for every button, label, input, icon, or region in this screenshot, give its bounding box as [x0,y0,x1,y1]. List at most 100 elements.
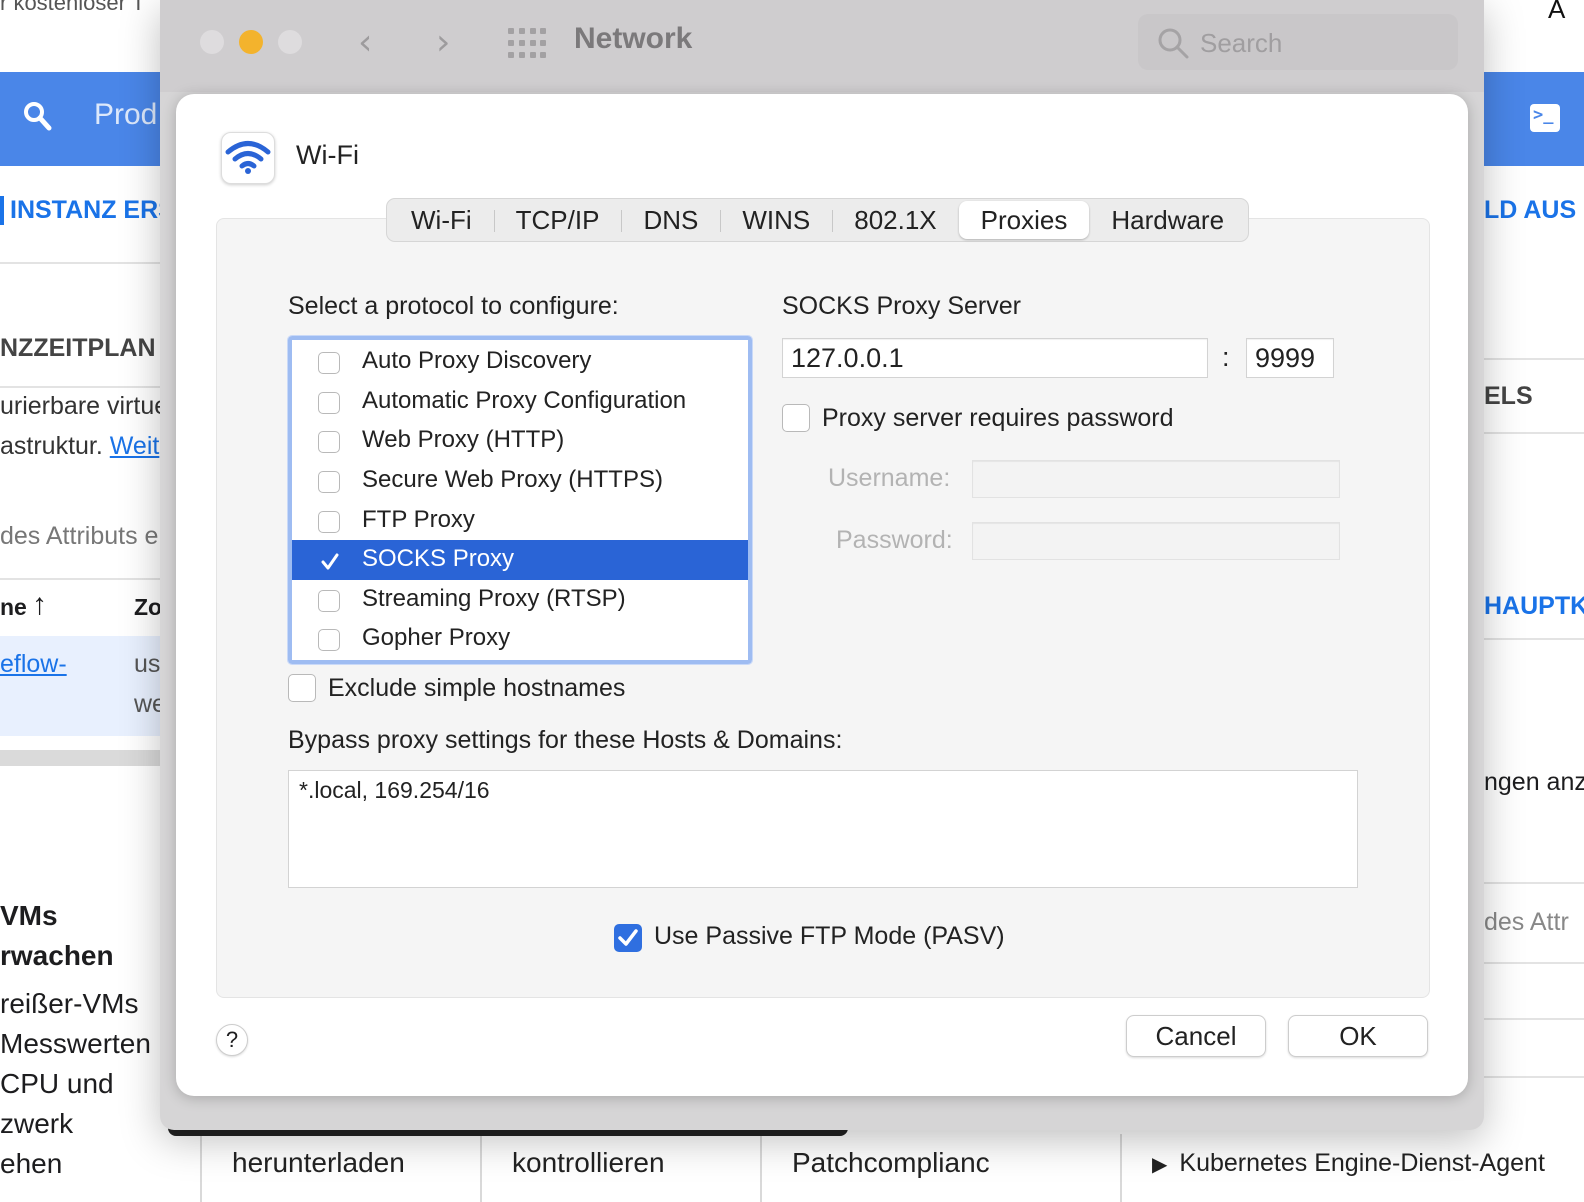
bypass-hosts-textarea[interactable]: *.local, 169.254/16 [288,770,1358,888]
tab-wins[interactable]: WINS [720,199,832,241]
service-name: Wi-Fi [296,140,359,170]
protocol-checkbox[interactable] [318,629,340,651]
chevron-left-icon[interactable]: ‹ [358,22,372,63]
tab-bar: Wi-Fi TCP/IP DNS WINS 802.1X Proxies Har… [386,198,1250,242]
password-field[interactable] [972,522,1340,560]
ok-button[interactable]: OK [1288,1015,1428,1057]
bg-scrollbar[interactable] [0,750,160,766]
protocol-checkbox[interactable] [318,590,340,612]
proxy-host-field[interactable] [782,338,1208,378]
tab-hardware[interactable]: Hardware [1089,199,1246,241]
tab-8021x[interactable]: 802.1X [832,199,958,241]
bg-divider [1484,638,1584,640]
tab-tcpip[interactable]: TCP/IP [493,199,622,241]
protocol-item-gopher[interactable]: Gopher Proxy [292,619,748,659]
bg-search-text[interactable]: Prod [94,98,157,132]
requires-password-label: Proxy server requires password [822,404,1174,432]
protocol-label: Web Proxy (HTTP) [362,426,565,453]
minimize-button[interactable] [239,30,263,54]
bg-divider [1484,882,1584,884]
requires-password-checkbox[interactable] [782,404,810,432]
protocol-checkbox[interactable] [318,431,340,453]
port-separator: : [1222,342,1230,372]
help-button[interactable]: ? [216,1024,248,1056]
bg-bottom-cell: herunterladen [200,1134,482,1202]
protocol-label: Streaming Proxy (RTSP) [362,585,626,612]
protocol-list-label: Select a protocol to configure: [288,292,619,320]
protocol-checkbox[interactable] [318,511,340,533]
protocol-checkbox[interactable] [318,471,340,493]
terminal-icon[interactable] [1530,104,1560,132]
tab-proxies[interactable]: Proxies [958,201,1090,239]
protocol-item-http[interactable]: Web Proxy (HTTP) [292,421,748,461]
passive-ftp-checkbox[interactable] [614,924,642,952]
protocol-item-https[interactable]: Secure Web Proxy (HTTPS) [292,461,748,501]
tab-dns[interactable]: DNS [621,199,720,241]
bg-card-text: ehen [0,1148,63,1179]
password-label: Password: [836,526,953,554]
protocol-checkbox[interactable] [318,392,340,414]
bg-divider [1484,1018,1584,1020]
protocol-checkbox[interactable] [318,352,340,374]
zoom-button[interactable] [278,30,302,54]
exclude-simple-hostnames-checkbox[interactable] [288,674,316,702]
username-field[interactable] [972,460,1340,498]
close-button[interactable] [200,30,224,54]
bg-right-filter[interactable]: des Attr [1484,908,1569,937]
bg-divider [0,262,160,264]
bg-card-heading: rwachen [0,940,114,971]
bg-divider [0,578,160,580]
exclude-simple-hostnames-label: Exclude simple hostnames [328,674,626,702]
proxy-server-heading: SOCKS Proxy Server [782,292,1021,320]
bg-col-name[interactable]: ne [0,594,27,621]
bg-col-zone[interactable]: Zo [134,594,162,621]
window-title: Network [574,22,693,55]
triangle-right-icon[interactable]: ▶ [1152,1154,1167,1176]
protocol-item-rtsp[interactable]: Streaming Proxy (RTSP) [292,580,748,620]
protocol-label: Auto Proxy Discovery [362,347,592,374]
bg-card-text: zwerk [0,1108,74,1139]
tab-wifi[interactable]: Wi-Fi [389,199,494,241]
protocol-item-socks[interactable]: SOCKS Proxy [292,540,748,580]
bg-filter-hint[interactable]: des Attributs e [0,522,158,551]
protocol-checkbox[interactable] [318,550,340,572]
search-field[interactable] [1138,14,1458,70]
cancel-button[interactable]: Cancel [1126,1015,1266,1057]
bg-right-link[interactable]: HAUPTK [1484,592,1584,621]
protocol-label: Gopher Proxy [362,624,511,651]
protocol-label: FTP Proxy [362,506,475,533]
passive-ftp-label: Use Passive FTP Mode (PASV) [654,922,1005,950]
bg-right-link[interactable]: LD AUS [1484,196,1576,225]
arrow-up-icon[interactable]: ↑ [32,588,47,622]
protocol-item-auto-discovery[interactable]: Auto Proxy Discovery [292,342,748,382]
bg-row-link[interactable]: eflow- [0,650,67,679]
bg-card-heading: VMs [0,900,58,931]
advanced-settings-sheet: Wi-Fi Wi-Fi TCP/IP DNS WINS 802.1X Proxi… [176,94,1468,1096]
bg-text-line: astruktur. Weit [0,432,159,461]
bg-divider [1484,962,1584,964]
bypass-label: Bypass proxy settings for these Hosts & … [288,726,843,754]
bg-section-heading: NZZEITPLAN [0,334,156,362]
search-icon [1158,28,1189,59]
bg-more-link[interactable]: Weit [110,432,160,460]
chevron-right-icon[interactable]: › [436,22,450,63]
protocol-item-ftp[interactable]: FTP Proxy [292,501,748,541]
bg-right-text: ngen anz [1484,768,1584,796]
protocol-list[interactable]: Auto Proxy Discovery Automatic Proxy Con… [287,335,753,665]
protocol-label: Automatic Proxy Configuration [362,387,687,414]
protocol-item-auto-config[interactable]: Automatic Proxy Configuration [292,382,748,422]
bg-divider [1484,358,1584,360]
bg-card-text: CPU und [0,1068,114,1099]
checkmark-icon [321,553,339,570]
bg-divider [0,386,160,388]
grid-icon[interactable] [508,28,546,58]
protocol-label: SOCKS Proxy [362,545,515,572]
bg-create-instance-link[interactable]: INSTANZ ERS [0,196,175,225]
bg-right-text: ELS [1484,382,1533,410]
search-input[interactable] [1198,26,1442,60]
checkmark-icon [618,929,638,946]
search-icon[interactable] [22,100,52,134]
bg-bottom-tree-item[interactable]: ▶ Kubernetes Engine-Dienst-Agent [1120,1134,1584,1202]
bg-bottom-cell: Patchcomplianc [760,1134,1042,1202]
proxy-port-field[interactable] [1246,338,1334,378]
